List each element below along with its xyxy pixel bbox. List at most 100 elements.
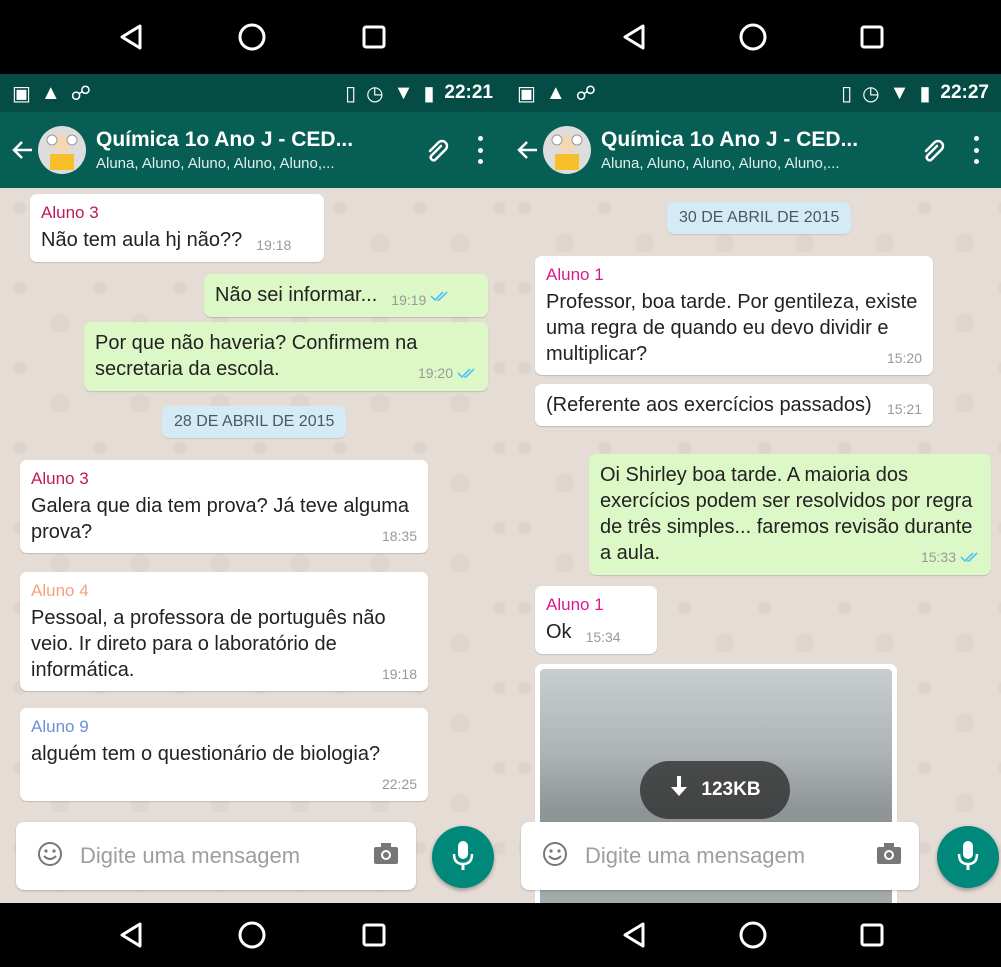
- message-sender: Aluno 1: [546, 595, 604, 614]
- status-bar: ▣ ▲ ☍ ▯ ◷ ▼ ▮ 22:27: [505, 74, 1001, 112]
- activity-notification-icon: ☍: [575, 82, 596, 105]
- home-nav-icon[interactable]: [235, 918, 269, 952]
- message-text: (Referente aos exercícios passados): [546, 394, 872, 416]
- message-bubble: Aluno 3 Galera que dia tem prova? Já tev…: [20, 460, 428, 554]
- message-time: 15:20: [886, 350, 922, 367]
- wifi-icon: ▼: [393, 81, 414, 104]
- wifi-icon: ▼: [889, 81, 910, 104]
- message-time: 15:21: [886, 401, 922, 417]
- mic-button[interactable]: [937, 826, 999, 888]
- arrow-back-icon[interactable]: [515, 137, 541, 163]
- vibrate-icon: ▯: [841, 82, 853, 105]
- message-bubble-outgoing: Não sei informar... 19:19: [204, 274, 488, 318]
- message-bubble-outgoing: Por que não haveria? Confirmem na secret…: [84, 322, 488, 392]
- mic-button[interactable]: [432, 826, 494, 888]
- paperclip-icon[interactable]: [915, 132, 951, 168]
- download-icon: [669, 775, 689, 805]
- home-nav-icon[interactable]: [736, 20, 770, 54]
- back-nav-icon[interactable]: [617, 918, 651, 952]
- message-text: alguém tem o questionário de biologia?: [31, 743, 381, 766]
- activity-notification-icon: ☍: [70, 82, 91, 105]
- message-time: 15:34: [585, 629, 621, 646]
- battery-icon: ▮: [919, 82, 931, 105]
- home-nav-icon[interactable]: [235, 20, 269, 54]
- right-phone-screen: ▣ ▲ ☍ ▯ ◷ ▼ ▮ 22:27 Química 1o Ano J - C…: [505, 0, 1001, 967]
- message-text: Professor, boa tarde. Por gentileza, exi…: [546, 291, 918, 366]
- vibrate-icon: ▯: [345, 82, 357, 105]
- back-nav-icon[interactable]: [114, 918, 148, 952]
- message-text: Oi Shirley boa tarde. A maioria dos exer…: [600, 464, 973, 564]
- status-time: 22:27: [940, 82, 989, 103]
- double-check-icon: [960, 549, 980, 567]
- back-nav-icon[interactable]: [114, 20, 148, 54]
- status-bar: ▣ ▲ ☍ ▯ ◷ ▼ ▮ 22:21: [0, 74, 505, 112]
- battery-icon: ▮: [423, 82, 435, 105]
- message-time: 22:25: [381, 776, 417, 793]
- arrow-back-icon[interactable]: [10, 137, 36, 163]
- message-sender: Aluno 3: [41, 203, 99, 222]
- message-bubble: Aluno 3 Não tem aula hj não?? 19:18: [30, 194, 324, 263]
- recents-nav-icon[interactable]: [855, 20, 889, 54]
- download-size: 123KB: [701, 779, 761, 800]
- emoji-icon[interactable]: [36, 840, 64, 873]
- message-bubble: (Referente aos exercícios passados) 15:2…: [535, 384, 933, 427]
- warning-notification-icon: ▲: [545, 81, 566, 104]
- more-vert-icon[interactable]: [971, 136, 981, 164]
- top-nav-bar: [0, 0, 505, 74]
- group-avatar[interactable]: [543, 126, 591, 174]
- message-bubble: Aluno 9 alguém tem o questionário de bio…: [20, 708, 428, 802]
- message-time: 19:19: [391, 292, 427, 308]
- alarm-icon: ◷: [862, 82, 880, 105]
- camera-icon[interactable]: [875, 842, 903, 871]
- message-text: Ok: [546, 621, 572, 644]
- paperclip-icon[interactable]: [419, 132, 455, 168]
- message-bubble: Aluno 1 Ok 15:34: [535, 586, 657, 655]
- recents-nav-icon[interactable]: [855, 918, 889, 952]
- message-bubble: Aluno 1 Professor, boa tarde. Por gentil…: [535, 256, 933, 376]
- double-check-icon: [457, 365, 477, 383]
- message-time: 19:18: [381, 666, 417, 683]
- message-time: 19:20: [418, 364, 477, 383]
- chat-area[interactable]: Aluno 3 Não tem aula hj não?? 19:18 Não s…: [0, 188, 505, 903]
- message-input-bar[interactable]: Digite uma mensagem: [521, 822, 919, 890]
- message-sender: Aluno 4: [31, 581, 89, 600]
- message-text: Galera que dia tem prova? Já teve alguma…: [31, 495, 409, 544]
- message-input[interactable]: Digite uma mensagem: [80, 843, 372, 869]
- message-text: Pessoal, a professora de português não v…: [31, 607, 386, 682]
- recents-nav-icon[interactable]: [357, 20, 391, 54]
- message-sender: Aluno 1: [546, 265, 604, 284]
- gallery-notification-icon: ▣: [12, 82, 31, 105]
- group-title[interactable]: Química 1o Ano J - CED...: [96, 128, 407, 152]
- camera-icon[interactable]: [372, 842, 400, 871]
- message-text: Não sei informar...: [215, 284, 378, 306]
- double-check-icon: [430, 283, 450, 309]
- recents-nav-icon[interactable]: [357, 918, 391, 952]
- date-divider: 30 DE ABRIL DE 2015: [667, 202, 852, 234]
- message-bubble-outgoing: Oi Shirley boa tarde. A maioria dos exer…: [589, 454, 991, 576]
- message-text: Por que não haveria? Confirmem na secret…: [95, 332, 418, 380]
- message-text: Não tem aula hj não??: [41, 229, 243, 252]
- date-divider: 28 DE ABRIL DE 2015: [162, 406, 347, 438]
- emoji-icon[interactable]: [541, 840, 569, 873]
- more-vert-icon[interactable]: [475, 136, 485, 164]
- group-title[interactable]: Química 1o Ano J - CED...: [601, 128, 903, 152]
- message-sender: Aluno 3: [31, 469, 89, 488]
- message-input[interactable]: Digite uma mensagem: [585, 843, 875, 869]
- group-members: Aluna, Aluno, Aluno, Aluno, Aluno,...: [96, 155, 335, 172]
- status-time: 22:21: [444, 82, 493, 103]
- download-button[interactable]: 123KB: [640, 761, 790, 819]
- chat-header: Química 1o Ano J - CED... Aluna, Aluno, …: [505, 112, 1001, 188]
- chat-area[interactable]: 30 DE ABRIL DE 2015 Aluno 1 Professor, b…: [505, 188, 1001, 903]
- gallery-notification-icon: ▣: [517, 82, 536, 105]
- chat-header: Química 1o Ano J - CED... Aluna, Aluno, …: [0, 112, 505, 188]
- left-phone-screen: ▣ ▲ ☍ ▯ ◷ ▼ ▮ 22:21 Química 1o Ano J - C…: [0, 0, 505, 967]
- group-avatar[interactable]: [38, 126, 86, 174]
- mic-icon: [452, 839, 474, 876]
- home-nav-icon[interactable]: [736, 918, 770, 952]
- bottom-nav-bar: [0, 903, 505, 967]
- message-time: 19:18: [256, 237, 292, 254]
- message-input-bar[interactable]: Digite uma mensagem: [16, 822, 416, 890]
- group-members: Aluna, Aluno, Aluno, Aluno, Aluno,...: [601, 155, 840, 172]
- mic-icon: [957, 839, 979, 876]
- back-nav-icon[interactable]: [617, 20, 651, 54]
